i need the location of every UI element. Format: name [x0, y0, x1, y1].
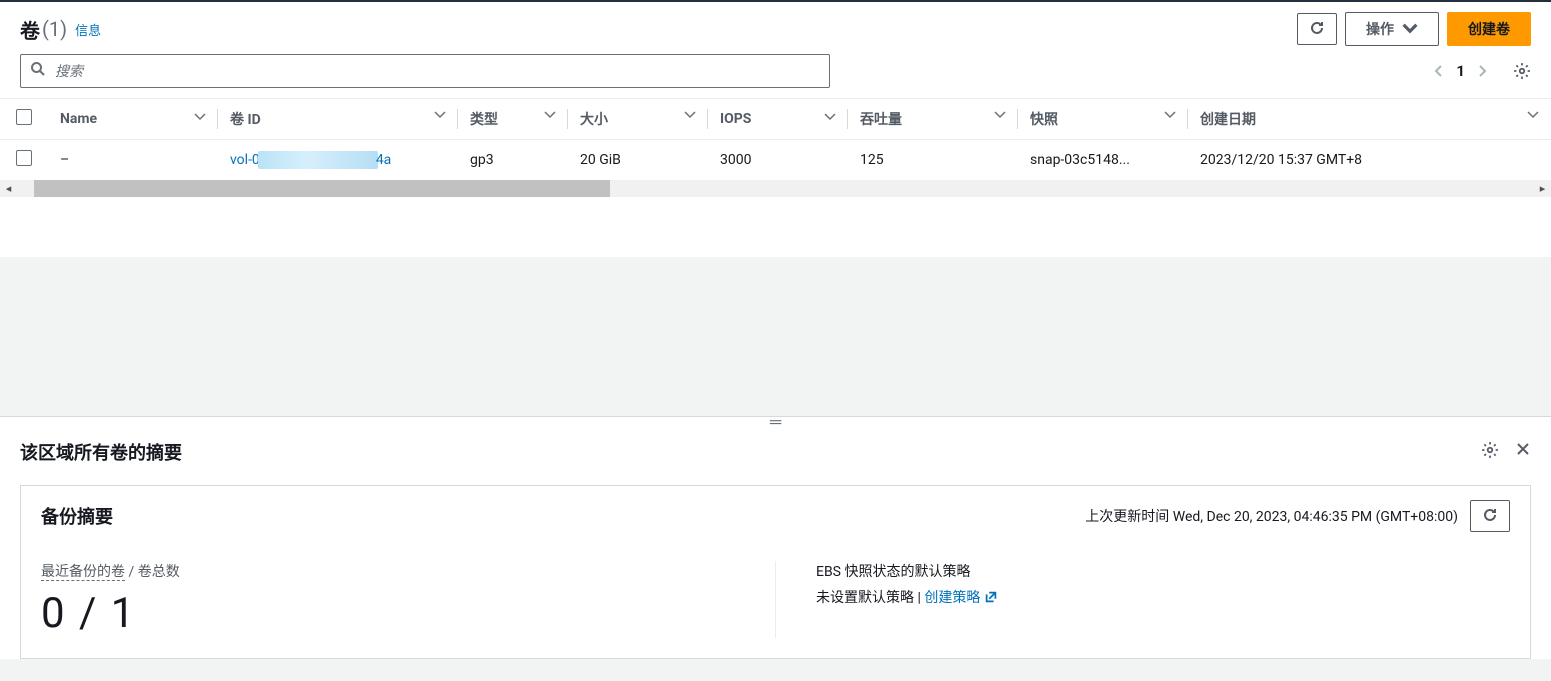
select-all-header[interactable]	[0, 99, 48, 140]
cell-iops: 3000	[708, 140, 848, 181]
col-volume-id[interactable]: 卷 ID	[218, 99, 458, 140]
redacted-segment	[258, 151, 378, 169]
row-checkbox[interactable]	[0, 140, 48, 181]
summary-section: 该区域所有卷的摘要 备份摘要 上次更新时间 Wed, Dec 20, 2023,…	[0, 427, 1551, 659]
no-policy-text: 未设置默认策略	[816, 590, 914, 606]
empty-area	[0, 257, 1551, 416]
filter-icon	[1164, 109, 1176, 121]
filter-icon	[994, 109, 1006, 121]
backup-ratio-value: 0 / 1	[41, 589, 735, 638]
refresh-icon	[1309, 20, 1325, 39]
search-icon	[30, 61, 46, 81]
filter-icon	[684, 109, 696, 121]
col-type[interactable]: 类型	[458, 99, 568, 140]
filter-icon	[434, 109, 446, 121]
cell-created: 2023/12/20 15:37 GMT+8	[1188, 140, 1551, 181]
scroll-left-icon: ◂	[0, 180, 17, 197]
pane-resize-handle[interactable]: ═	[0, 417, 1551, 427]
page-number: 1	[1456, 62, 1465, 80]
policy-col: EBS 快照状态的默认策略 未设置默认策略 | 创建策略	[816, 561, 1510, 638]
caret-down-icon	[1402, 20, 1418, 39]
actions-label: 操作	[1366, 19, 1394, 39]
cell-name: –	[48, 140, 218, 181]
filter-icon	[544, 109, 556, 121]
filter-icon	[194, 111, 206, 123]
backup-summary-title: 备份摘要	[41, 503, 1085, 529]
page-title: 卷	[20, 15, 40, 44]
page-header: 卷 (1) 信息 操作 创建卷	[0, 2, 1551, 54]
cell-throughput: 125	[848, 140, 1018, 181]
col-size[interactable]: 大小	[568, 99, 708, 140]
col-name[interactable]: Name	[48, 99, 218, 140]
col-throughput[interactable]: 吞吐量	[848, 99, 1018, 140]
prev-page-button[interactable]	[1432, 64, 1446, 78]
pager: 1	[1432, 62, 1531, 80]
col-iops[interactable]: IOPS	[708, 99, 848, 140]
cell-snapshot: snap-03c5148...	[1018, 140, 1188, 181]
backup-ratio-col: 最近备份的卷 / 卷总数 0 / 1	[41, 561, 735, 638]
refresh-summary-button[interactable]	[1470, 500, 1510, 532]
summary-title: 该区域所有卷的摘要	[20, 439, 1481, 465]
search-input[interactable]	[20, 54, 830, 88]
page-count: (1)	[42, 17, 67, 41]
drag-handle-icon: ═	[770, 420, 781, 424]
settings-button[interactable]	[1513, 62, 1531, 80]
scroll-right-icon: ▸	[1534, 180, 1551, 197]
volumes-top-section: 卷 (1) 信息 操作 创建卷	[0, 2, 1551, 417]
info-link[interactable]: 信息	[75, 20, 101, 39]
last-updated-text: 上次更新时间 Wed, Dec 20, 2023, 04:46:35 PM (G…	[1085, 506, 1458, 526]
external-link-icon	[984, 590, 998, 604]
refresh-icon	[1482, 507, 1498, 526]
volumes-table: Name 卷 ID 类型 大小 IOPS 吞吐量 快照 创建日期 – vol-0…	[0, 98, 1551, 180]
cell-volume-id[interactable]: vol-04a	[218, 140, 458, 181]
search-row: 1	[0, 54, 1551, 98]
divider	[775, 561, 776, 638]
filter-icon	[1527, 109, 1539, 121]
table-row[interactable]: – vol-04a gp3 20 GiB 3000 125 snap-03c51…	[0, 140, 1551, 181]
volumes-table-wrap: Name 卷 ID 类型 大小 IOPS 吞吐量 快照 创建日期 – vol-0…	[0, 98, 1551, 257]
cell-type: gp3	[458, 140, 568, 181]
actions-dropdown-button[interactable]: 操作	[1345, 12, 1439, 46]
col-snapshot[interactable]: 快照	[1018, 99, 1188, 140]
horizontal-scrollbar[interactable]: ◂ ▸	[0, 180, 1551, 197]
filter-icon	[824, 111, 836, 123]
backup-ratio-label: 最近备份的卷 / 卷总数	[41, 561, 735, 581]
create-policy-link[interactable]: 创建策略	[924, 590, 998, 606]
scrollbar-thumb[interactable]	[34, 180, 610, 197]
refresh-button[interactable]	[1297, 13, 1337, 45]
col-created[interactable]: 创建日期	[1188, 99, 1551, 140]
summary-close-button[interactable]	[1515, 441, 1531, 463]
backup-summary-panel: 备份摘要 上次更新时间 Wed, Dec 20, 2023, 04:46:35 …	[20, 485, 1531, 659]
next-page-button[interactable]	[1475, 64, 1489, 78]
create-volume-button[interactable]: 创建卷	[1447, 12, 1531, 46]
summary-settings-button[interactable]	[1481, 441, 1499, 463]
cell-size: 20 GiB	[568, 140, 708, 181]
policy-title: EBS 快照状态的默认策略	[816, 561, 1510, 581]
